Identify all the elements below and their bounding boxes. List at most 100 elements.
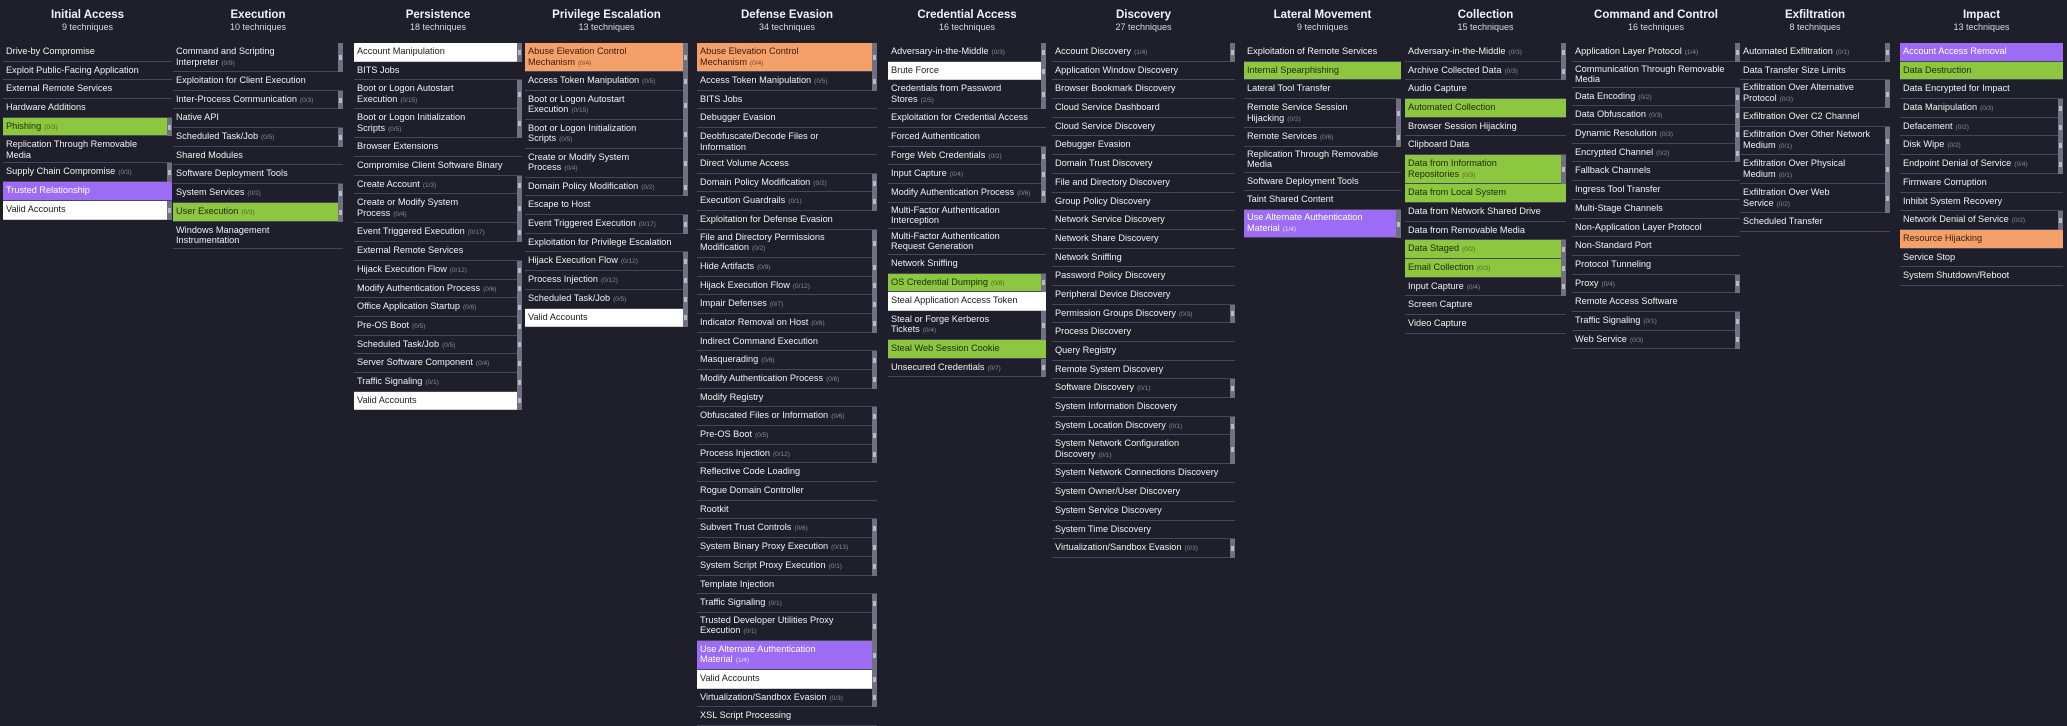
expand-subtechniques-handle[interactable] xyxy=(1041,165,1046,185)
technique-cell[interactable]: Clipboard Data xyxy=(1405,136,1566,156)
technique-cell[interactable]: Shared Modules xyxy=(173,146,343,166)
expand-subtechniques-handle[interactable] xyxy=(1041,146,1046,166)
expand-subtechniques-handle[interactable] xyxy=(683,119,688,149)
technique-cell[interactable]: System Network Connections Discovery xyxy=(1052,464,1235,484)
technique-cell[interactable]: Drive-by Compromise xyxy=(3,43,172,62)
technique-cell[interactable]: Encrypted Channel (0/2) xyxy=(1572,143,1740,163)
technique-cell[interactable]: Hijack Execution Flow (0/12) xyxy=(697,276,877,296)
technique-cell[interactable]: Rogue Domain Controller xyxy=(697,482,877,501)
expand-subtechniques-handle[interactable] xyxy=(2058,117,2063,137)
expand-subtechniques-handle[interactable] xyxy=(872,669,877,689)
technique-cell[interactable]: Traffic Signaling (0/1) xyxy=(697,594,877,613)
technique-cell[interactable]: Inter-Process Communication (0/3) xyxy=(173,90,343,110)
technique-cell[interactable]: Account Access Removal xyxy=(1900,43,2063,62)
technique-cell[interactable]: Cloud Service Discovery xyxy=(1052,117,1235,137)
expand-subtechniques-handle[interactable] xyxy=(1230,43,1235,62)
technique-cell[interactable]: Domain Policy Modification (0/2) xyxy=(525,177,688,197)
technique-cell[interactable]: Process Discovery xyxy=(1052,323,1235,342)
technique-cell[interactable]: Hide Artifacts (0/9) xyxy=(697,257,877,277)
technique-cell[interactable]: Browser Session Hijacking xyxy=(1405,117,1566,137)
expand-subtechniques-handle[interactable] xyxy=(517,391,522,411)
tactic-header[interactable]: Persistence 18 techniques xyxy=(354,8,522,43)
technique-cell[interactable]: Application Layer Protocol (1/4) xyxy=(1572,43,1740,62)
expand-subtechniques-handle[interactable] xyxy=(1561,277,1566,297)
expand-subtechniques-handle[interactable] xyxy=(338,202,343,222)
technique-cell[interactable]: Scheduled Transfer xyxy=(1740,213,1890,232)
technique-cell[interactable]: System Services (0/2) xyxy=(173,184,343,203)
expand-subtechniques-handle[interactable] xyxy=(1041,80,1046,110)
technique-cell[interactable]: Password Policy Discovery xyxy=(1052,267,1235,286)
technique-cell[interactable]: Endpoint Denial of Service (0/4) xyxy=(1900,155,2063,174)
technique-cell[interactable]: Exfiltration Over Physical Medium (0/1) xyxy=(1740,155,1890,185)
technique-cell[interactable]: Create or Modify System Process (0/4) xyxy=(525,148,688,178)
technique-cell[interactable]: Windows Management Instrumentation xyxy=(173,221,343,249)
technique-cell[interactable]: Scheduled Task/Job (0/5) xyxy=(173,128,343,147)
expand-subtechniques-handle[interactable] xyxy=(1041,184,1046,203)
technique-cell[interactable]: Data from Information Repositories (0/3) xyxy=(1405,155,1566,185)
technique-cell[interactable]: Process Injection (0/12) xyxy=(697,444,877,464)
technique-cell[interactable]: Debugger Evasion xyxy=(1052,136,1235,156)
technique-cell[interactable]: User Execution (0/3) xyxy=(173,202,343,222)
technique-cell[interactable]: Data Manipulation (0/3) xyxy=(1900,99,2063,118)
expand-subtechniques-handle[interactable] xyxy=(872,173,877,193)
expand-subtechniques-handle[interactable] xyxy=(1561,61,1566,81)
expand-subtechniques-handle[interactable] xyxy=(517,80,522,110)
technique-cell[interactable]: Steal Web Session Cookie xyxy=(888,339,1046,359)
expand-subtechniques-handle[interactable] xyxy=(1041,273,1046,293)
expand-subtechniques-handle[interactable] xyxy=(683,148,688,178)
technique-cell[interactable]: System Network Configuration Discovery (0… xyxy=(1052,435,1235,465)
tactic-header[interactable]: Collection 15 techniques xyxy=(1405,8,1566,43)
tactic-header[interactable]: Lateral Movement 9 techniques xyxy=(1244,8,1401,43)
technique-cell[interactable]: Boot or Logon Autostart Execution (0/15) xyxy=(354,80,522,110)
technique-cell[interactable]: Network Sniffing xyxy=(888,254,1046,274)
expand-subtechniques-handle[interactable] xyxy=(872,407,877,426)
technique-cell[interactable]: Modify Authentication Process (0/6) xyxy=(354,279,522,299)
expand-subtechniques-handle[interactable] xyxy=(1885,155,1890,185)
technique-cell[interactable]: Account Manipulation xyxy=(354,43,522,62)
technique-cell[interactable]: Execution Guardrails (0/1) xyxy=(697,192,877,212)
expand-subtechniques-handle[interactable] xyxy=(1396,128,1401,147)
technique-cell[interactable]: Supply Chain Compromise (0/3) xyxy=(3,163,172,183)
technique-cell[interactable]: Network Denial of Service (0/2) xyxy=(1900,211,2063,230)
expand-subtechniques-handle[interactable] xyxy=(1041,310,1046,340)
technique-cell[interactable]: Application Window Discovery xyxy=(1052,61,1235,81)
expand-subtechniques-handle[interactable] xyxy=(872,276,877,296)
expand-subtechniques-handle[interactable] xyxy=(872,594,877,613)
technique-cell[interactable]: Event Triggered Execution (0/17) xyxy=(525,215,688,234)
technique-cell[interactable]: Data from Network Shared Drive xyxy=(1405,202,1566,222)
technique-cell[interactable]: Indirect Command Execution xyxy=(697,332,877,352)
technique-cell[interactable]: System Owner/User Discovery xyxy=(1052,483,1235,502)
technique-cell[interactable]: Fallback Channels xyxy=(1572,162,1740,182)
technique-cell[interactable]: Data from Removable Media xyxy=(1405,221,1566,241)
expand-subtechniques-handle[interactable] xyxy=(872,351,877,370)
technique-cell[interactable]: System Information Discovery xyxy=(1052,398,1235,417)
technique-cell[interactable]: External Remote Services xyxy=(3,80,172,100)
technique-cell[interactable]: Boot or Logon Autostart Execution (0/15) xyxy=(525,90,688,120)
expand-subtechniques-handle[interactable] xyxy=(683,289,688,309)
expand-subtechniques-handle[interactable] xyxy=(517,316,522,336)
tactic-header[interactable]: Discovery 27 techniques xyxy=(1052,8,1235,43)
technique-cell[interactable]: Hardware Additions xyxy=(3,99,172,118)
expand-subtechniques-handle[interactable] xyxy=(167,163,172,183)
technique-cell[interactable]: System Shutdown/Reboot xyxy=(1900,267,2063,286)
technique-cell[interactable]: Phishing (0/3) xyxy=(3,117,172,137)
technique-cell[interactable]: Valid Accounts xyxy=(525,308,688,328)
expand-subtechniques-handle[interactable] xyxy=(2058,211,2063,230)
expand-subtechniques-handle[interactable] xyxy=(683,43,688,72)
expand-subtechniques-handle[interactable] xyxy=(338,90,343,110)
technique-cell[interactable]: Exploitation for Credential Access xyxy=(888,109,1046,129)
technique-cell[interactable]: Indicator Removal on Host (0/6) xyxy=(697,313,877,333)
technique-cell[interactable]: Proxy (0/4) xyxy=(1572,274,1740,294)
tactic-header[interactable]: Privilege Escalation 13 techniques xyxy=(525,8,688,43)
technique-cell[interactable]: Exfiltration Over Web Service (0/2) xyxy=(1740,184,1890,214)
technique-cell[interactable]: Internal Spearphishing xyxy=(1244,61,1401,81)
technique-cell[interactable]: Software Deployment Tools xyxy=(173,165,343,185)
expand-subtechniques-handle[interactable] xyxy=(872,72,877,91)
expand-subtechniques-handle[interactable] xyxy=(1735,274,1740,294)
technique-cell[interactable]: Remote System Discovery xyxy=(1052,360,1235,380)
technique-cell[interactable]: Ingress Tool Transfer xyxy=(1572,181,1740,200)
technique-cell[interactable]: Remote Services (0/6) xyxy=(1244,128,1401,147)
technique-cell[interactable]: System Script Proxy Execution (0/1) xyxy=(697,556,877,576)
tactic-header[interactable]: Impact 13 techniques xyxy=(1900,8,2063,43)
technique-cell[interactable]: Service Stop xyxy=(1900,248,2063,268)
